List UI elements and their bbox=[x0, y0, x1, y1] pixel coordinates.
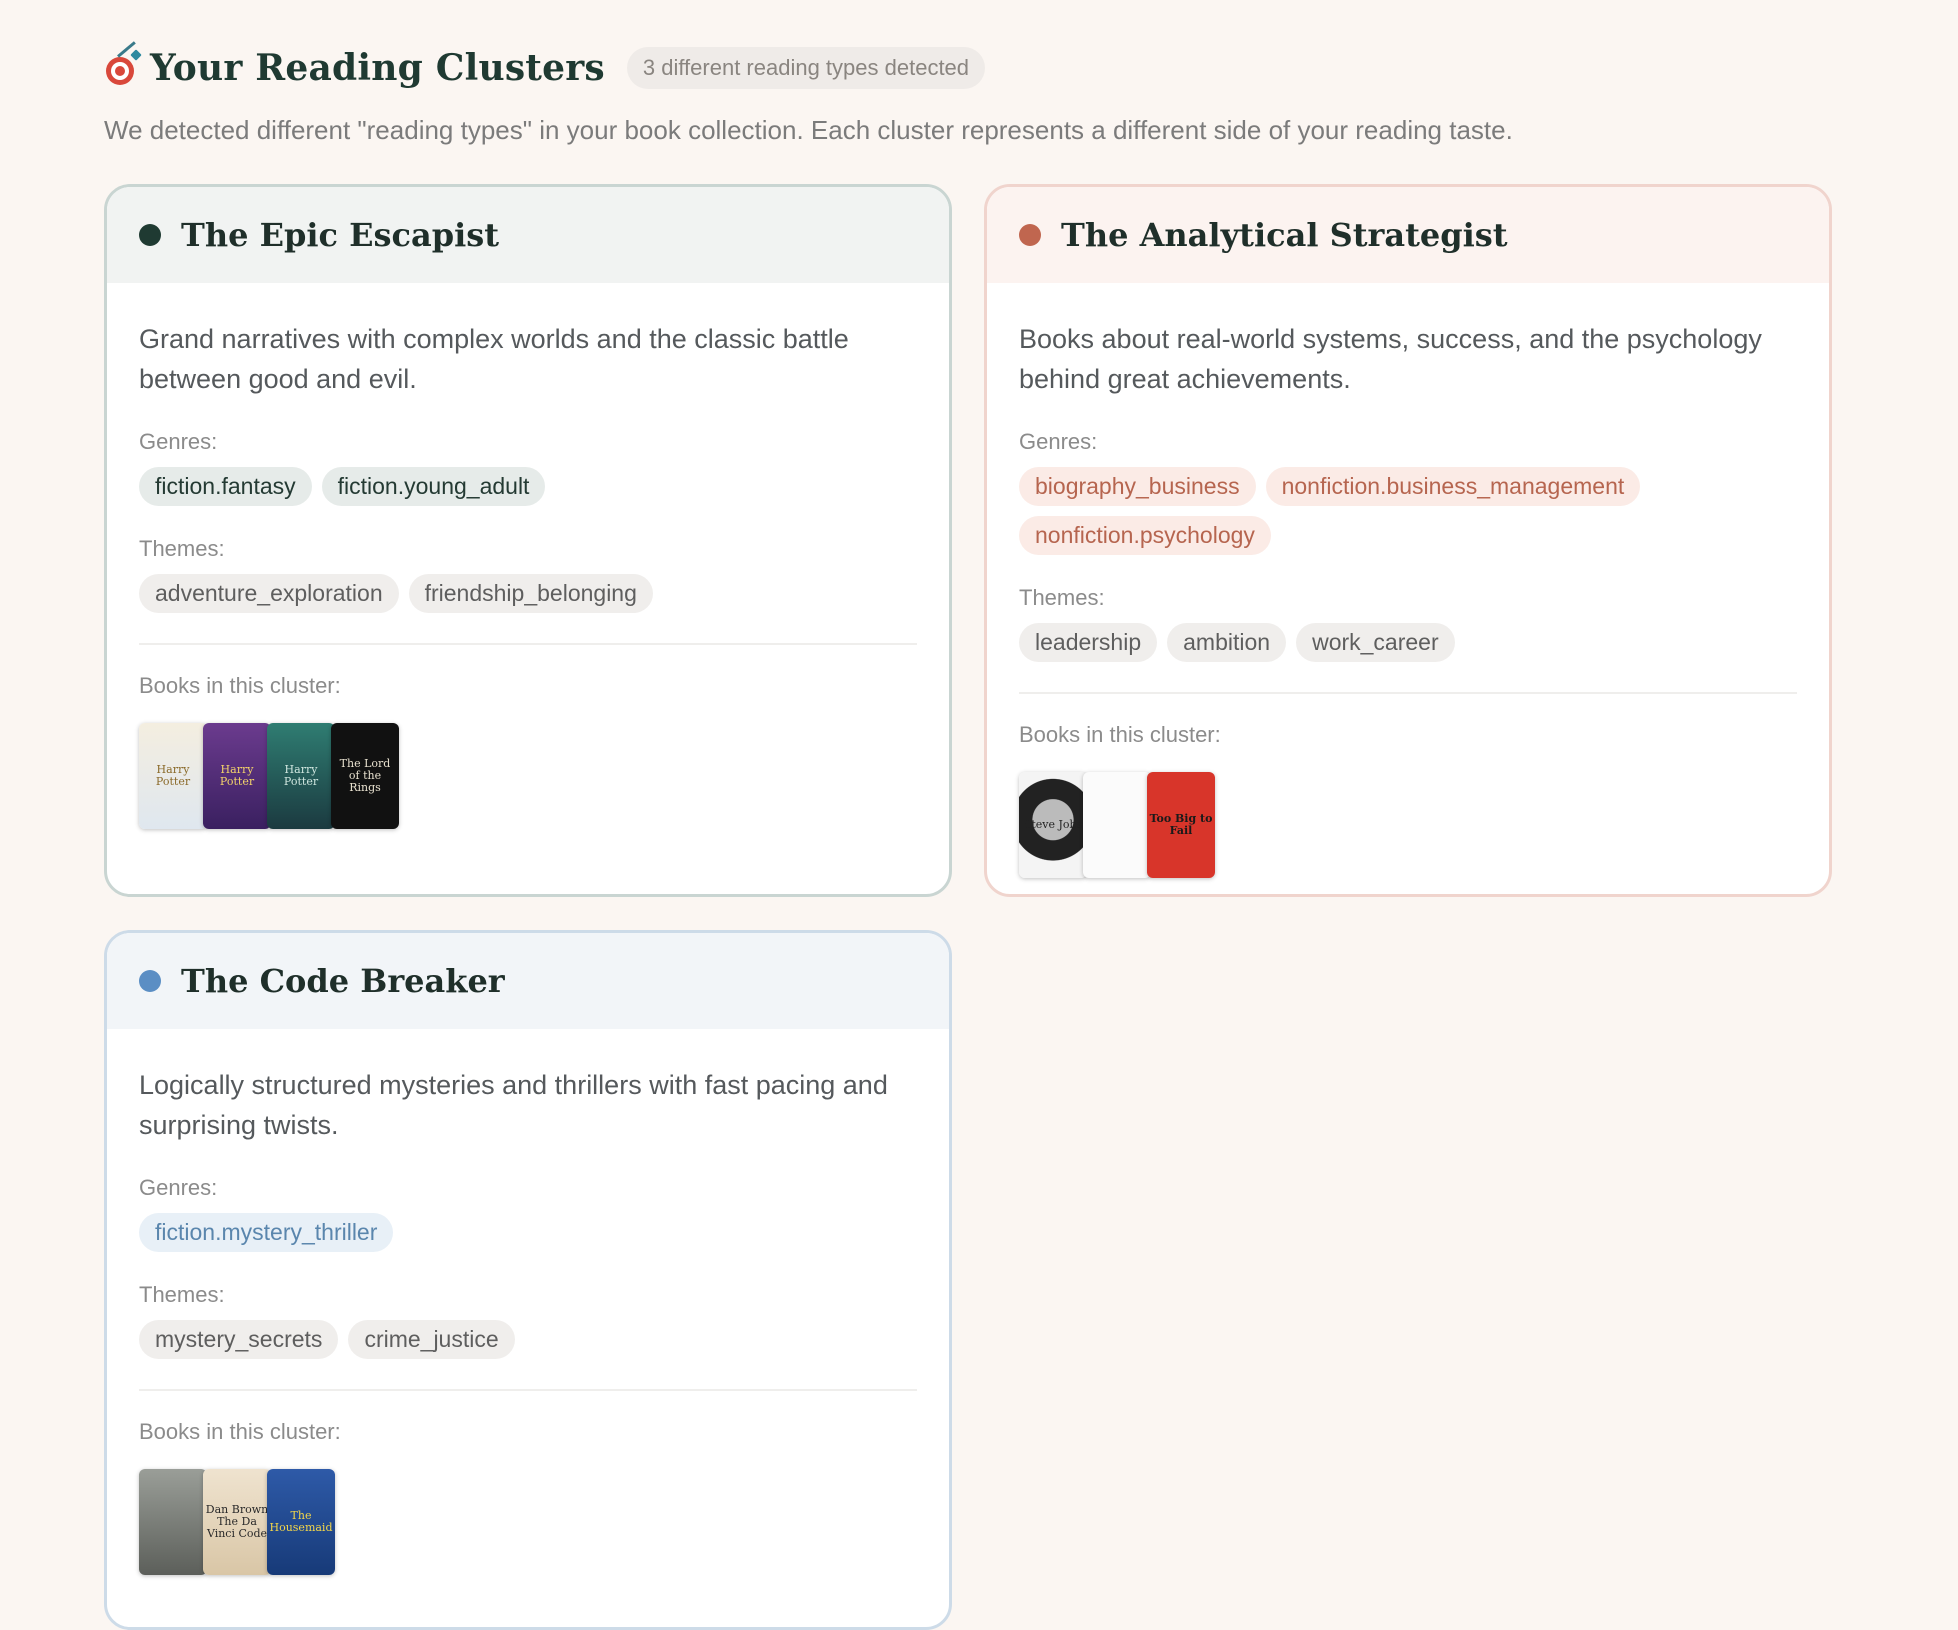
target-icon bbox=[104, 40, 142, 85]
genre-chip: nonfiction.psychology bbox=[1019, 516, 1271, 555]
divider bbox=[1019, 692, 1797, 694]
cluster-title: The Code Breaker bbox=[181, 962, 505, 1000]
book-cover[interactable]: Too Big to Fail bbox=[1147, 772, 1215, 878]
books-label: Books in this cluster: bbox=[1019, 722, 1221, 747]
themes-label: Themes: bbox=[139, 536, 225, 561]
cluster-description: Books about real-world systems, success,… bbox=[1019, 324, 1762, 394]
book-cover[interactable]: The Lord of the Rings bbox=[331, 723, 399, 829]
cluster-description: Logically structured mysteries and thril… bbox=[139, 1070, 888, 1140]
theme-chip: crime_justice bbox=[348, 1320, 515, 1359]
genre-chip: fiction.mystery_thriller bbox=[139, 1213, 394, 1252]
title-wrap: Your Reading Clusters bbox=[104, 40, 605, 89]
genre-chip: fiction.fantasy bbox=[139, 467, 312, 506]
book-cover[interactable] bbox=[139, 1469, 207, 1575]
cluster-description: Grand narratives with complex worlds and… bbox=[139, 324, 849, 394]
book-cover[interactable]: Harry Potter bbox=[203, 723, 271, 829]
genre-chips: fiction.fantasy fiction.young_adult bbox=[139, 467, 917, 506]
cluster-color-dot bbox=[139, 970, 161, 992]
book-cover[interactable]: Steve Jobs bbox=[1019, 772, 1087, 878]
cluster-header: The Analytical Strategist bbox=[987, 187, 1829, 283]
theme-chips: leadership ambition work_career bbox=[1019, 623, 1797, 662]
cluster-card-code-breaker: The Code Breaker Logically structured my… bbox=[104, 930, 952, 1630]
cluster-color-dot bbox=[139, 224, 161, 246]
theme-chip: friendship_belonging bbox=[408, 574, 653, 613]
cluster-title: The Epic Escapist bbox=[181, 216, 500, 254]
themes-label: Themes: bbox=[1019, 585, 1105, 610]
genre-chip: fiction.young_adult bbox=[321, 467, 546, 506]
genre-chips: fiction.mystery_thriller bbox=[139, 1213, 917, 1252]
cluster-count-badge: 3 different reading types detected bbox=[626, 46, 986, 89]
genres-label: Genres: bbox=[139, 1175, 218, 1200]
cluster-header: The Epic Escapist bbox=[107, 187, 949, 283]
cluster-card-analytical-strategist: The Analytical Strategist Books about re… bbox=[984, 184, 1832, 897]
divider bbox=[139, 643, 917, 645]
theme-chip: ambition bbox=[1167, 623, 1287, 662]
cluster-color-dot bbox=[1019, 224, 1041, 246]
book-cover[interactable]: Harry Potter bbox=[139, 723, 207, 829]
genre-chips: biography_business nonfiction.business_m… bbox=[1019, 467, 1797, 555]
divider bbox=[139, 1389, 917, 1391]
genres-label: Genres: bbox=[139, 429, 218, 454]
cluster-title: The Analytical Strategist bbox=[1061, 216, 1508, 254]
book-covers: Steve Jobs Too Big to Fail bbox=[1019, 772, 1797, 878]
theme-chips: mystery_secrets crime_justice bbox=[139, 1320, 917, 1359]
book-cover[interactable] bbox=[1083, 772, 1151, 878]
page-subtitle: We detected different "reading types" in… bbox=[104, 115, 1513, 145]
genres-label: Genres: bbox=[1019, 429, 1098, 454]
theme-chips: adventure_exploration friendship_belongi… bbox=[139, 574, 917, 613]
books-label: Books in this cluster: bbox=[139, 673, 341, 698]
page-title: Your Reading Clusters bbox=[150, 46, 605, 89]
book-cover[interactable]: Dan Brown The Da Vinci Code bbox=[203, 1469, 271, 1575]
theme-chip: mystery_secrets bbox=[139, 1320, 339, 1359]
theme-chip: leadership bbox=[1019, 623, 1158, 662]
cluster-card-epic-escapist: The Epic Escapist Grand narratives with … bbox=[104, 184, 952, 897]
genre-chip: nonfiction.business_management bbox=[1265, 467, 1641, 506]
theme-chip: work_career bbox=[1296, 623, 1455, 662]
book-covers: Harry Potter Harry Potter Harry Potter T… bbox=[139, 723, 917, 829]
book-cover[interactable]: The Housemaid bbox=[267, 1469, 335, 1575]
page-header: Your Reading Clusters 3 different readin… bbox=[104, 0, 1958, 105]
book-cover[interactable]: Harry Potter bbox=[267, 723, 335, 829]
books-label: Books in this cluster: bbox=[139, 1419, 341, 1444]
cluster-header: The Code Breaker bbox=[107, 933, 949, 1029]
genre-chip: biography_business bbox=[1019, 467, 1256, 506]
themes-label: Themes: bbox=[139, 1282, 225, 1307]
theme-chip: adventure_exploration bbox=[139, 574, 399, 613]
book-covers: Dan Brown The Da Vinci Code The Housemai… bbox=[139, 1469, 917, 1575]
